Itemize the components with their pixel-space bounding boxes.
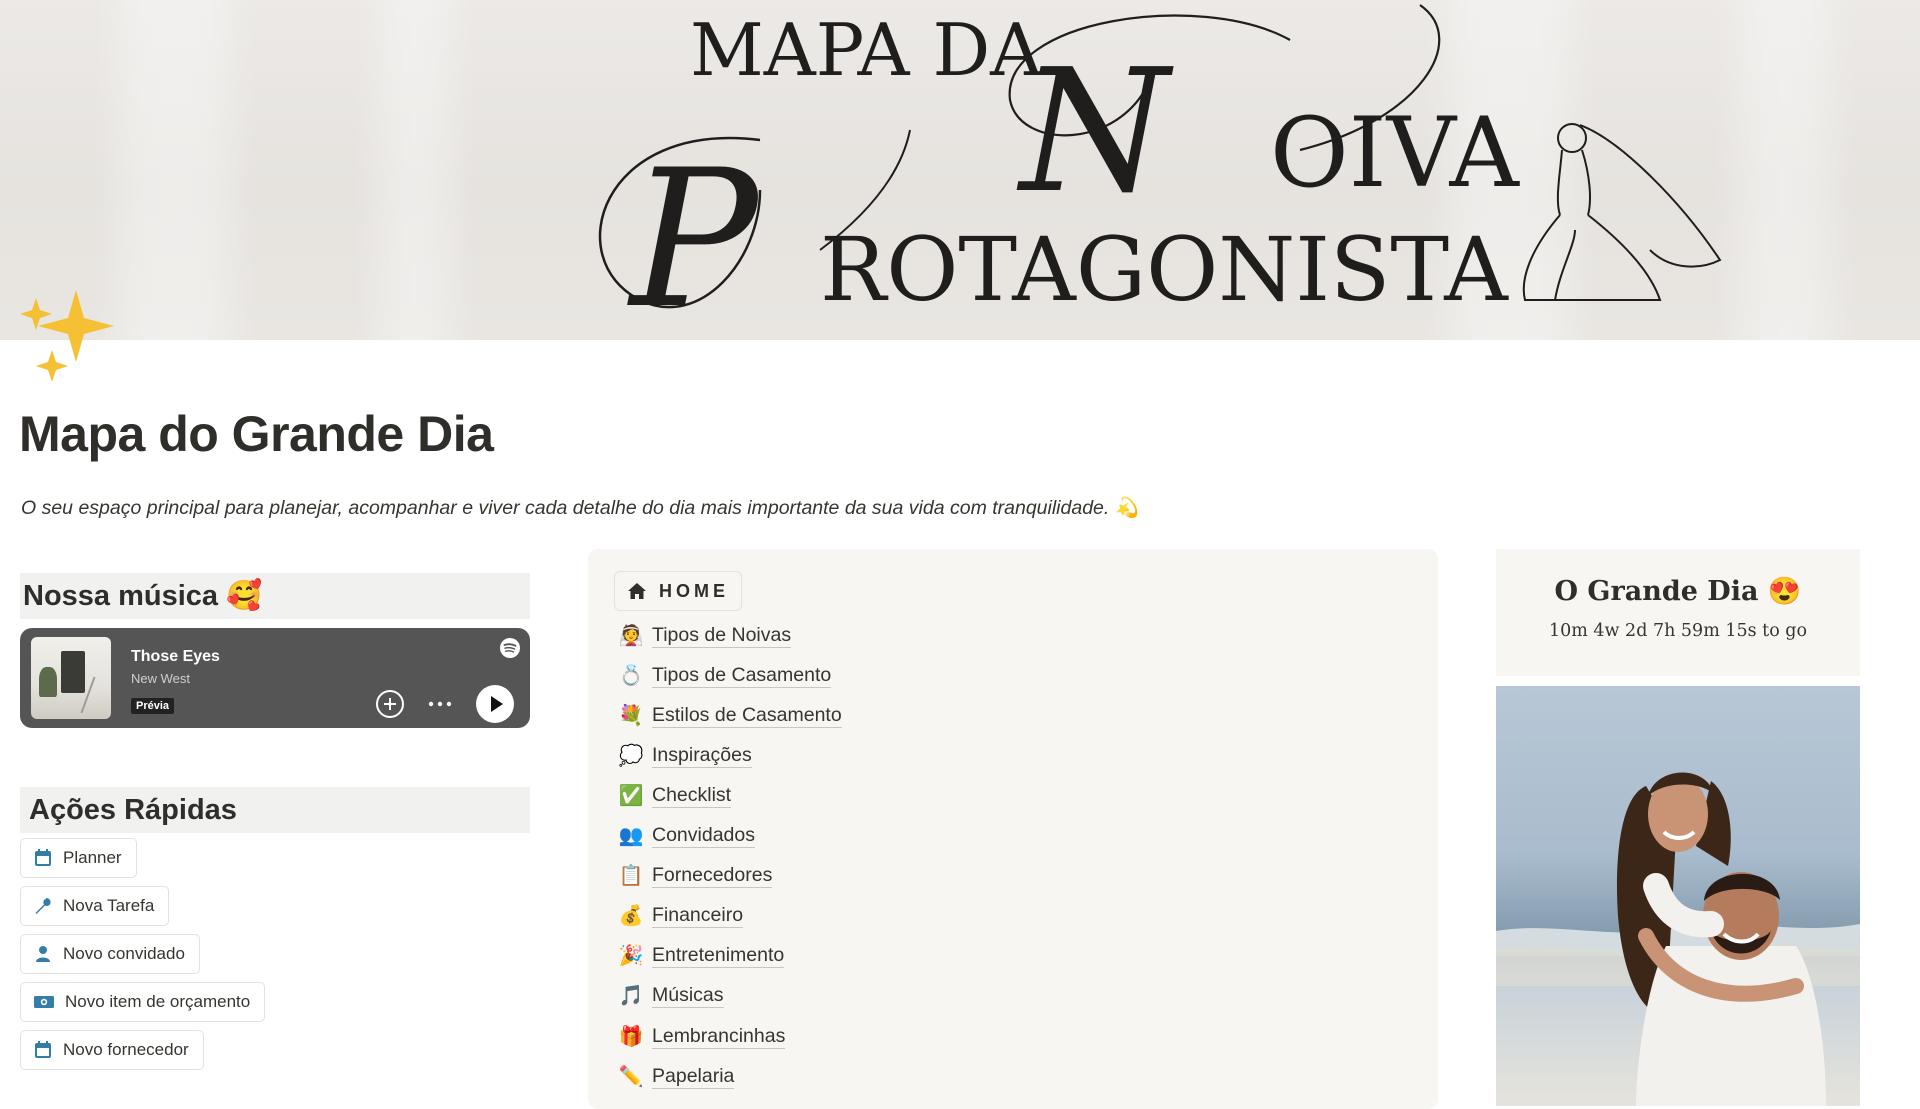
nav-link-papelaria[interactable]: ✏️ Papelaria: [618, 1061, 735, 1091]
nav-link-label: Lembrancinhas: [652, 1024, 786, 1049]
nav-link-inspiracoes[interactable]: 💭 Inspirações: [618, 740, 752, 770]
play-icon[interactable]: [475, 684, 515, 724]
new-guest-label: Novo convidado: [63, 944, 185, 963]
countdown-value: 10m 4w 2d 7h 59m 15s to go: [1548, 621, 1808, 641]
banner-line-2-rest: OIVA: [1270, 97, 1520, 209]
home-button[interactable]: HOME: [614, 571, 742, 611]
nav-link-label: Inspirações: [652, 743, 752, 768]
nav-link-label: Fornecedores: [652, 863, 773, 888]
music-heading[interactable]: Nossa música 🥰: [20, 573, 530, 619]
money-bag-icon: 💰: [618, 903, 644, 927]
nav-link-lembrancinhas[interactable]: 🎁 Lembrancinhas: [618, 1021, 786, 1051]
nav-link-label: Convidados: [652, 823, 755, 848]
gift-icon: 🎁: [618, 1024, 644, 1048]
banner-line-1: MAPA DA: [690, 8, 1043, 92]
nav-link-fornecedores[interactable]: 📋 Fornecedores: [618, 860, 773, 890]
couple-illustration: [1496, 772, 1860, 1106]
nav-link-checklist[interactable]: ✅ Checklist: [618, 780, 732, 810]
thought-bubble-icon: 💭: [618, 743, 644, 767]
track-title[interactable]: Those Eyes: [131, 648, 220, 666]
bride-icon: 👰: [618, 623, 644, 647]
add-to-library-icon[interactable]: [375, 689, 405, 719]
wrench-icon: [35, 898, 51, 914]
nav-link-estilos-de-casamento[interactable]: 💐 Estilos de Casamento: [618, 700, 842, 730]
nav-link-financeiro[interactable]: 💰 Financeiro: [618, 900, 744, 930]
new-vendor-label: Novo fornecedor: [63, 1040, 189, 1059]
bouquet-icon: 💐: [618, 703, 644, 727]
person-icon: [36, 946, 50, 962]
couple-photo[interactable]: [1496, 686, 1860, 1106]
nav-link-entretenimento[interactable]: 🎉 Entretenimento: [618, 940, 785, 970]
new-task-label: Nova Tarefa: [63, 896, 155, 915]
nav-link-label: Papelaria: [652, 1064, 735, 1089]
nav-link-musicas[interactable]: 🎵 Músicas: [618, 980, 724, 1010]
party-popper-icon: 🎉: [618, 943, 644, 967]
page-title[interactable]: Mapa do Grande Dia: [19, 405, 494, 463]
nav-link-label: Músicas: [652, 983, 724, 1008]
calendar-icon: [35, 1041, 51, 1058]
clipboard-icon: 📋: [618, 863, 644, 887]
ring-icon: 💍: [618, 663, 644, 687]
sparkles-icon[interactable]: [18, 290, 118, 390]
new-vendor-button[interactable]: Novo fornecedor: [20, 1030, 204, 1070]
nav-link-label: Checklist: [652, 783, 732, 808]
preview-badge: Prévia: [131, 698, 175, 714]
new-guest-button[interactable]: Novo convidado: [20, 934, 200, 974]
nav-link-label: Financeiro: [652, 903, 744, 928]
track-artist[interactable]: New West: [131, 671, 190, 686]
new-task-button[interactable]: Nova Tarefa: [20, 886, 170, 926]
nav-link-convidados[interactable]: 👥 Convidados: [618, 820, 755, 850]
countdown-widget[interactable]: O Grande Dia 😍 10m 4w 2d 7h 59m 15s to g…: [1496, 549, 1860, 676]
more-options-icon[interactable]: [425, 689, 455, 719]
new-budget-item-label: Novo item de orçamento: [65, 992, 251, 1011]
navigation-panel: HOME 👰 Tipos de Noivas 💍 Tipos de Casament…: [588, 549, 1438, 1109]
money-icon: [34, 996, 54, 1008]
pencil-icon: ✏️: [618, 1064, 644, 1088]
nav-link-label: Tipos de Casamento: [652, 663, 832, 688]
page-description[interactable]: O seu espaço principal para planejar, ac…: [21, 496, 1139, 520]
house-icon: [628, 583, 646, 599]
spotify-player[interactable]: Those Eyes New West Prévia: [20, 628, 530, 728]
people-icon: 👥: [618, 823, 644, 847]
check-mark-icon: ✅: [618, 783, 644, 807]
nav-link-label: Tipos de Noivas: [652, 623, 792, 648]
calendar-icon: [35, 849, 51, 866]
banner-logo: MAPA DA N OIVA P ROTAGONISTA: [598, 4, 1722, 340]
quick-actions-heading[interactable]: Ações Rápidas: [20, 787, 530, 833]
nav-link-label: Estilos de Casamento: [652, 703, 842, 728]
home-label: HOME: [659, 580, 729, 601]
nav-link-tipos-de-casamento[interactable]: 💍 Tipos de Casamento: [618, 660, 832, 690]
banner-line-2-initial: N: [1016, 33, 1174, 231]
nav-link-label: Entretenimento: [652, 943, 785, 968]
countdown-title: O Grande Dia 😍: [1554, 576, 1802, 607]
banner-line-3-rest: ROTAGONISTA: [820, 218, 1509, 321]
spotify-icon[interactable]: [499, 637, 521, 659]
nav-link-tipos-de-noivas[interactable]: 👰 Tipos de Noivas: [618, 620, 792, 650]
banner-line-3-initial: P: [627, 129, 761, 340]
album-art[interactable]: [31, 637, 111, 719]
planner-button[interactable]: Planner: [20, 838, 137, 878]
cover-banner: MAPA DA N OIVA P ROTAGONISTA: [0, 0, 1920, 340]
planner-label: Planner: [63, 848, 122, 867]
music-note-icon: 🎵: [618, 983, 644, 1007]
new-budget-item-button[interactable]: Novo item de orçamento: [20, 982, 266, 1022]
